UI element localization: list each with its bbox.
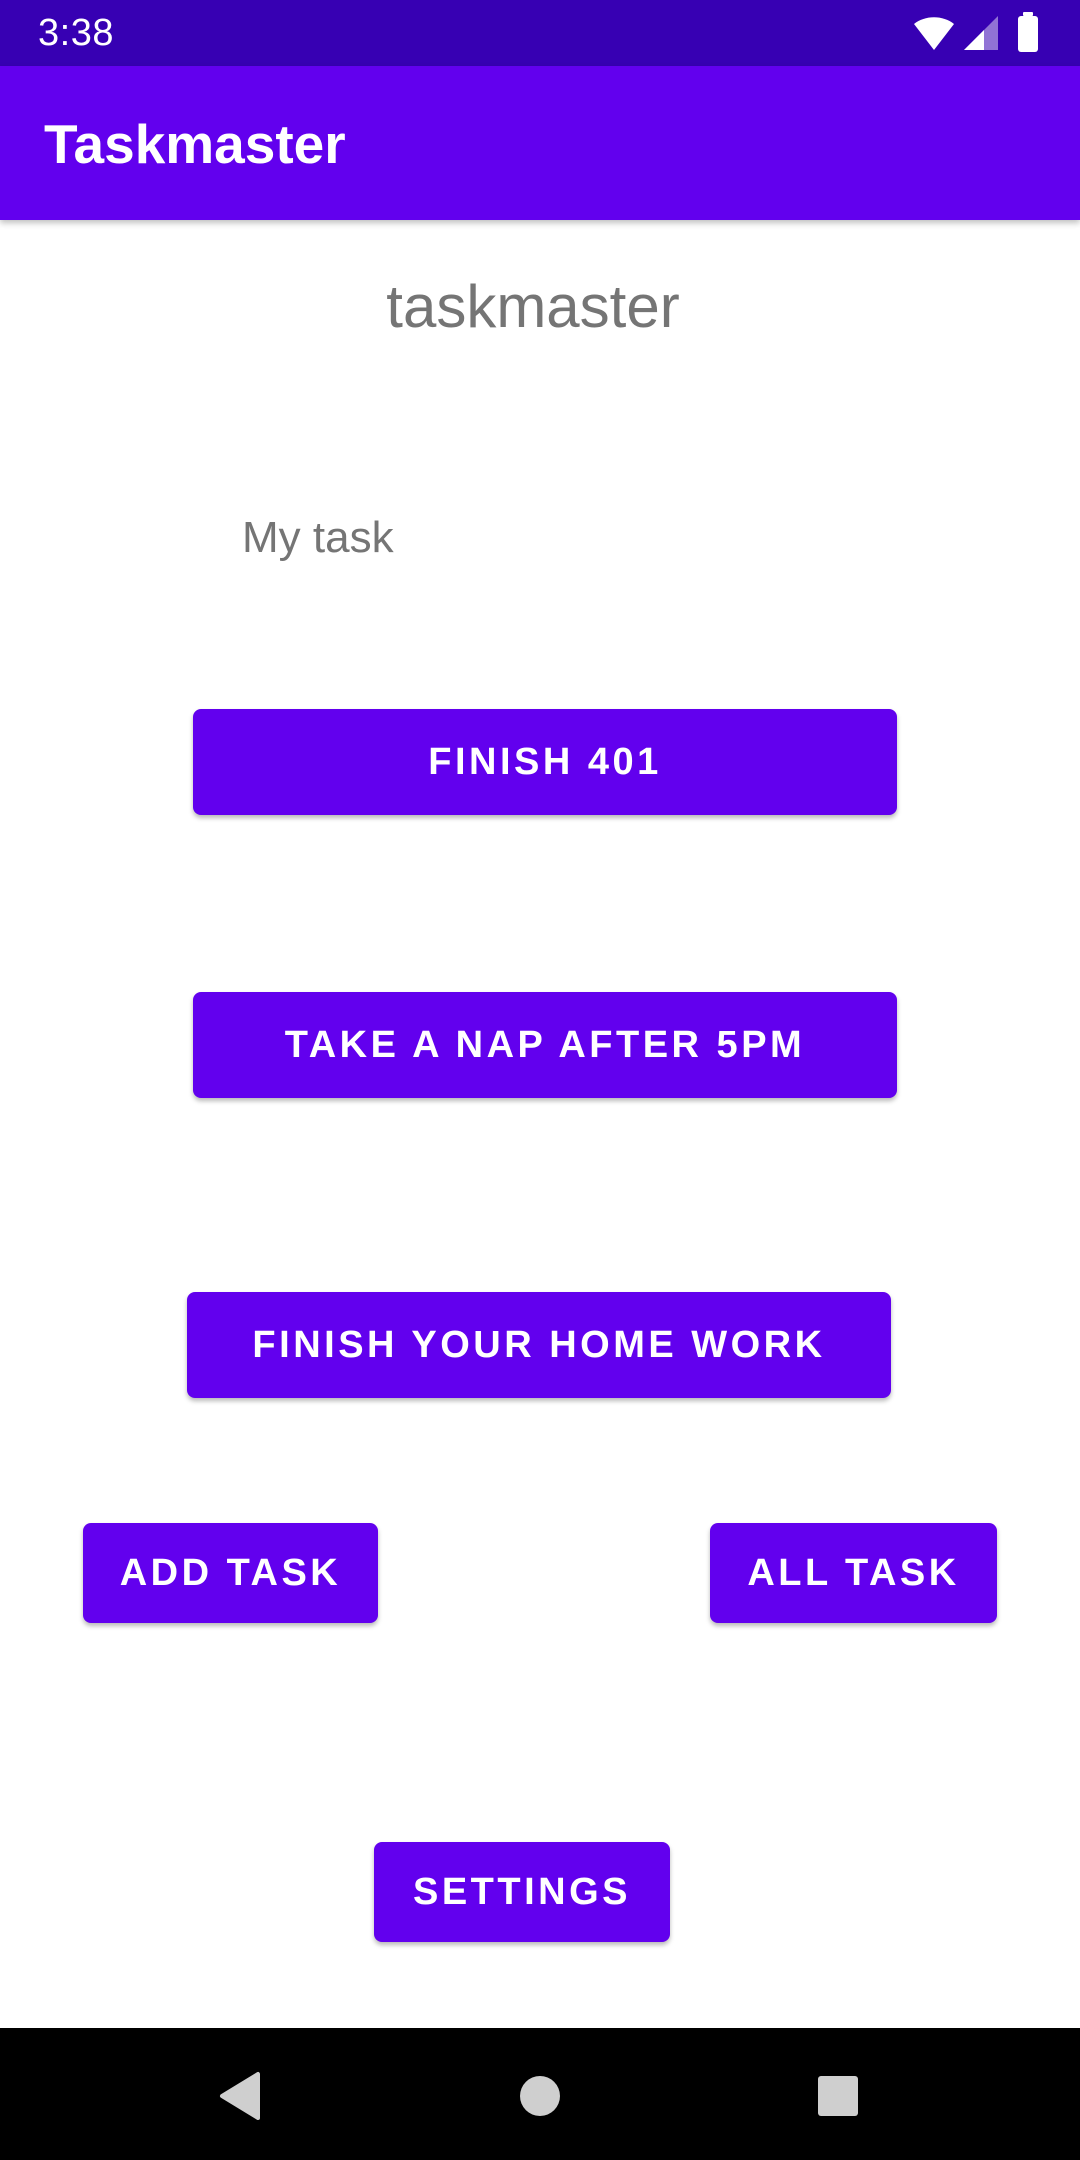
app-screen: 3:38 Taskmaster taskmaster My task FINIS… <box>0 0 1080 2160</box>
my-task-label: My task <box>242 513 394 562</box>
back-icon[interactable] <box>210 2066 270 2126</box>
add-task-button[interactable]: ADD TASK <box>83 1523 378 1623</box>
task-button-finish-home-work[interactable]: FINISH YOUR HOME WORK <box>187 1292 891 1398</box>
settings-button[interactable]: SETTINGS <box>374 1842 670 1942</box>
wifi-icon <box>912 14 956 57</box>
app-bar: Taskmaster <box>0 66 1080 220</box>
app-title: Taskmaster <box>44 113 346 175</box>
task-button-finish-401[interactable]: FINISH 401 <box>193 709 897 815</box>
all-task-button[interactable]: ALL TASK <box>710 1523 997 1623</box>
recents-icon[interactable] <box>808 2066 868 2126</box>
cellular-signal-icon <box>962 14 1000 57</box>
status-bar: 3:38 <box>0 0 1080 66</box>
status-time: 3:38 <box>38 12 114 54</box>
page-heading: taskmaster <box>386 273 680 340</box>
navigation-bar <box>0 2028 1080 2160</box>
home-icon[interactable] <box>510 2066 570 2126</box>
battery-icon <box>1016 12 1040 57</box>
task-button-take-a-nap[interactable]: TAKE A NAP AFTER 5PM <box>193 992 897 1098</box>
